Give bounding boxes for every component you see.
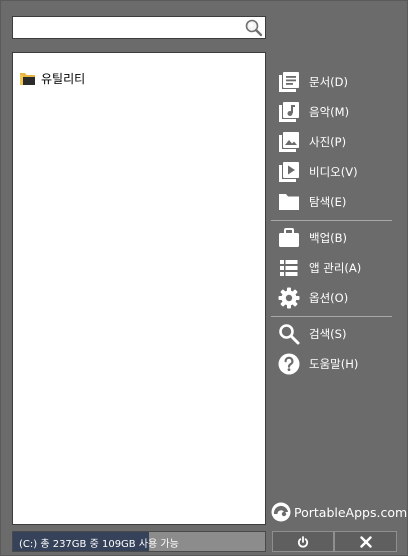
menu-item-video[interactable]: 비디오(V) <box>273 157 397 187</box>
pictures-icon <box>274 127 304 157</box>
menu-divider <box>271 220 392 221</box>
folder-icon <box>20 72 35 85</box>
video-icon <box>274 157 304 187</box>
menu-item-explore[interactable]: 탐색(E) <box>273 187 397 217</box>
list-icon <box>274 253 304 283</box>
gear-icon <box>274 283 304 313</box>
menu-item-options[interactable]: 옵션(O) <box>273 283 397 313</box>
folder-icon <box>274 187 304 217</box>
documents-icon <box>274 67 304 97</box>
close-button[interactable] <box>334 531 397 552</box>
briefcase-icon <box>274 223 304 253</box>
menu-item-music[interactable]: 음악(M) <box>273 97 397 127</box>
menu-item-help[interactable]: 도움말(H) <box>273 349 397 379</box>
close-icon <box>359 535 372 548</box>
drive-status-text: (C:) 총 237GB 중 109GB 사용 가능 <box>19 539 179 550</box>
app-list[interactable]: 유틸리티 <box>12 52 266 525</box>
menu-item-manage-apps[interactable]: 앱 관리(A) <box>273 253 397 283</box>
menu-item-documents[interactable]: 문서(D) <box>273 67 397 97</box>
menu-divider <box>271 316 392 317</box>
drive-status-bar: (C:) 총 237GB 중 109GB 사용 가능 <box>12 531 266 552</box>
portableapps-menu-window: 유틸리티 문서(D) 음악(M) 사진(P) 비디오(V) 탐색(E) 백업(B… <box>0 0 408 556</box>
menu-item-search[interactable]: 검색(S) <box>273 319 397 349</box>
menu-item-backup[interactable]: 백업(B) <box>273 223 397 253</box>
search-input[interactable] <box>15 18 243 37</box>
music-icon <box>274 97 304 127</box>
list-item-utilities[interactable]: 유틸리티 <box>19 69 85 87</box>
portableapps-brand[interactable]: PortableApps.com <box>271 501 407 523</box>
search-box <box>12 16 266 39</box>
help-icon <box>274 349 304 379</box>
brand-text: PortableApps.com <box>294 504 408 520</box>
list-item-label: 유틸리티 <box>41 71 86 86</box>
power-icon <box>297 535 309 548</box>
power-button[interactable] <box>272 531 334 552</box>
portableapps-logo-icon <box>271 502 291 522</box>
menu-item-pictures[interactable]: 사진(P) <box>273 127 397 157</box>
search-icon <box>274 319 304 349</box>
search-icon[interactable] <box>244 18 263 37</box>
